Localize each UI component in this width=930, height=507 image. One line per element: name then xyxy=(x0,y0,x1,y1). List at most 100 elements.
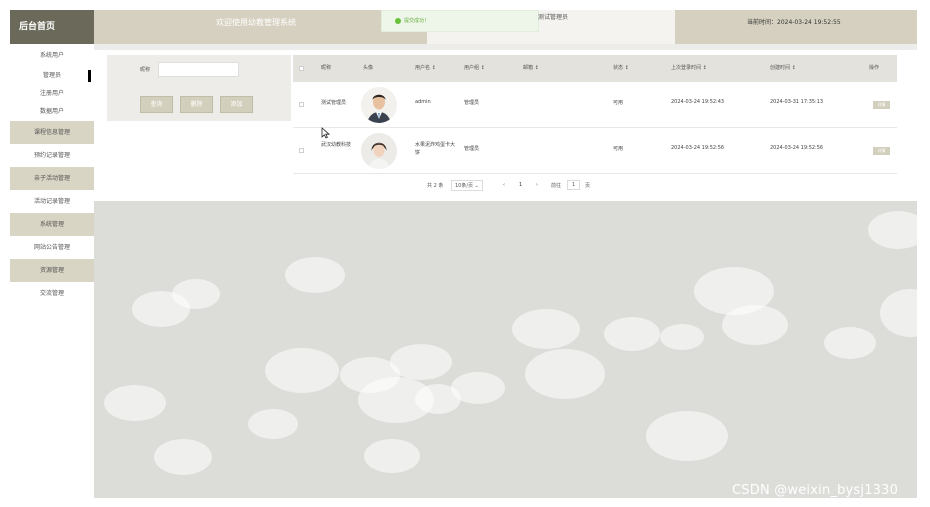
success-icon xyxy=(395,18,401,24)
man-avatar-icon xyxy=(361,87,397,123)
prev-page-button[interactable]: ‹ xyxy=(503,182,505,188)
select-all-checkbox[interactable] xyxy=(299,66,304,71)
bubble xyxy=(868,211,917,249)
bubble xyxy=(248,409,298,439)
row-nickname: 武汉幼教科技 xyxy=(321,142,352,148)
active-indicator xyxy=(88,70,91,82)
top-header: 欢迎使用幼教管理系统 提交成功！ 测试管理员 当前时间：2024-03-24 1… xyxy=(94,10,917,44)
current-time: 当前时间：2024-03-24 19:52:55 xyxy=(747,19,841,26)
row-group: 管理员 xyxy=(464,100,480,106)
table-header: 昵称 头像 用户名 ↕ 用户组 ↕ 邮箱 ↕ 状态 ↕ 上次登录时间 ↕ 创建时… xyxy=(293,55,897,82)
sidebar-item-label: 系统管理 xyxy=(39,221,64,228)
detail-button[interactable]: 详情 xyxy=(873,101,890,109)
bubble xyxy=(660,324,704,350)
bubble xyxy=(265,348,339,393)
admin-table: 昵称 头像 用户名 ↕ 用户组 ↕ 邮箱 ↕ 状态 ↕ 上次登录时间 ↕ 创建时… xyxy=(293,55,897,174)
bubble xyxy=(512,309,580,349)
row-last-login: 2024-03-24 19:52:43 xyxy=(671,99,725,105)
nickname-input[interactable] xyxy=(158,62,239,77)
pager-total: 共 2 条 xyxy=(427,183,444,189)
mouse-cursor-icon xyxy=(321,127,330,139)
goto-page-input[interactable]: 1 xyxy=(567,180,581,190)
sidebar-item[interactable]: 交流管理 xyxy=(10,282,94,305)
pagination: 共 2 条 10条/页 ⌄ ‹ 1 › 前往 1 页 xyxy=(293,177,897,197)
woman-avatar-icon xyxy=(361,133,397,169)
sidebar-item-label: 系统用户 xyxy=(39,52,64,59)
sidebar-item-label: 交流管理 xyxy=(39,290,64,297)
search-panel: 昵称 查询 删除 添加 xyxy=(107,55,291,121)
sidebar-item[interactable]: 课程信息管理 xyxy=(10,121,94,144)
bubble xyxy=(646,411,728,461)
detail-button[interactable]: 详情 xyxy=(873,147,890,155)
add-button[interactable]: 添加 xyxy=(220,96,253,113)
sidebar: 后台首页 系统用户管理员注册用户数据用户课程信息管理预约记录管理亲子活动管理活动… xyxy=(10,10,94,498)
bubble xyxy=(364,439,420,473)
row-nickname: 测试管理员 xyxy=(321,100,347,106)
row-checkbox[interactable] xyxy=(299,148,304,153)
sidebar-item[interactable]: 活动记录管理 xyxy=(10,190,94,213)
bubble xyxy=(451,372,505,404)
current-admin: 测试管理员 xyxy=(538,14,569,21)
bubble xyxy=(104,385,166,421)
row-username: admin xyxy=(415,99,431,105)
sidebar-item-label: 网站公告管理 xyxy=(33,244,70,251)
bubble xyxy=(722,305,788,345)
avatar xyxy=(361,87,397,123)
sidebar-item[interactable]: 资源管理 xyxy=(10,259,94,282)
col-avatar: 头像 xyxy=(363,65,374,71)
sidebar-item[interactable]: 网站公告管理 xyxy=(10,236,94,259)
col-last-login[interactable]: 上次登录时间 ↕ xyxy=(671,55,707,82)
table-row: 测试管理员 admin 管理员 可用 2024-03-24 19:52:43 2… xyxy=(293,82,897,128)
table-row: 武汉幼教科技 水果泥炸鸡蛋卡大饼 管理员 可用 2024-03-24 19:52… xyxy=(293,128,897,174)
sidebar-item[interactable]: 预约记录管理 xyxy=(10,144,94,167)
sidebar-item[interactable]: 数据用户 xyxy=(10,103,94,121)
toast-message: 提交成功！ xyxy=(404,18,430,24)
sidebar-item-label: 亲子活动管理 xyxy=(33,175,70,182)
bubble xyxy=(604,317,660,351)
query-button[interactable]: 查询 xyxy=(140,96,173,113)
col-created[interactable]: 创建时间 ↕ xyxy=(770,55,796,82)
system-title: 欢迎使用幼教管理系统 xyxy=(216,18,296,27)
bubble xyxy=(172,279,220,309)
success-toast: 提交成功！ xyxy=(381,10,539,32)
avatar xyxy=(361,133,397,169)
sidebar-item-label: 课程信息管理 xyxy=(33,129,70,136)
col-actions: 操作 xyxy=(869,65,880,71)
bubble xyxy=(390,344,452,380)
sidebar-title[interactable]: 后台首页 xyxy=(10,10,94,44)
row-created: 2024-03-31 17:35:13 xyxy=(770,99,824,105)
sidebar-menu: 系统用户管理员注册用户数据用户课程信息管理预约记录管理亲子活动管理活动记录管理系… xyxy=(10,44,94,305)
delete-button[interactable]: 删除 xyxy=(180,96,213,113)
sidebar-item-label: 数据用户 xyxy=(39,108,64,115)
sidebar-item[interactable]: 亲子活动管理 xyxy=(10,167,94,190)
page-number-current[interactable]: 1 xyxy=(519,182,522,188)
row-last-login: 2024-03-24 19:52:56 xyxy=(671,145,725,151)
col-username[interactable]: 用户名 ↕ xyxy=(415,55,436,82)
sidebar-item[interactable]: 管理员 xyxy=(10,67,94,85)
row-status: 可用 xyxy=(613,146,624,152)
col-nickname: 昵称 xyxy=(321,65,332,71)
row-checkbox[interactable] xyxy=(299,102,304,107)
col-email[interactable]: 邮箱 ↕ xyxy=(523,55,539,82)
bubble xyxy=(880,289,917,337)
sidebar-item[interactable]: 系统管理 xyxy=(10,213,94,236)
bubble xyxy=(525,349,605,399)
goto-label: 前往 xyxy=(551,183,562,189)
page-unit: 页 xyxy=(585,183,591,189)
sidebar-item[interactable]: 注册用户 xyxy=(10,85,94,103)
col-status[interactable]: 状态 ↕ xyxy=(613,55,629,82)
page-size-select[interactable]: 10条/页 ⌄ xyxy=(451,180,483,191)
bubble xyxy=(824,327,876,359)
sidebar-item-label: 管理员 xyxy=(42,72,61,79)
watermark: CSDN @weixin_bysj1330 xyxy=(732,483,899,498)
row-group: 管理员 xyxy=(464,146,480,152)
bubble xyxy=(285,257,345,293)
bokeh-background xyxy=(94,201,917,498)
sidebar-item-label: 注册用户 xyxy=(39,90,64,97)
sidebar-item[interactable]: 系统用户 xyxy=(10,44,94,67)
row-status: 可用 xyxy=(613,100,624,106)
bubble xyxy=(154,439,212,475)
row-created: 2024-03-24 19:52:56 xyxy=(770,145,824,151)
col-group[interactable]: 用户组 ↕ xyxy=(464,55,485,82)
next-page-button[interactable]: › xyxy=(536,182,538,188)
